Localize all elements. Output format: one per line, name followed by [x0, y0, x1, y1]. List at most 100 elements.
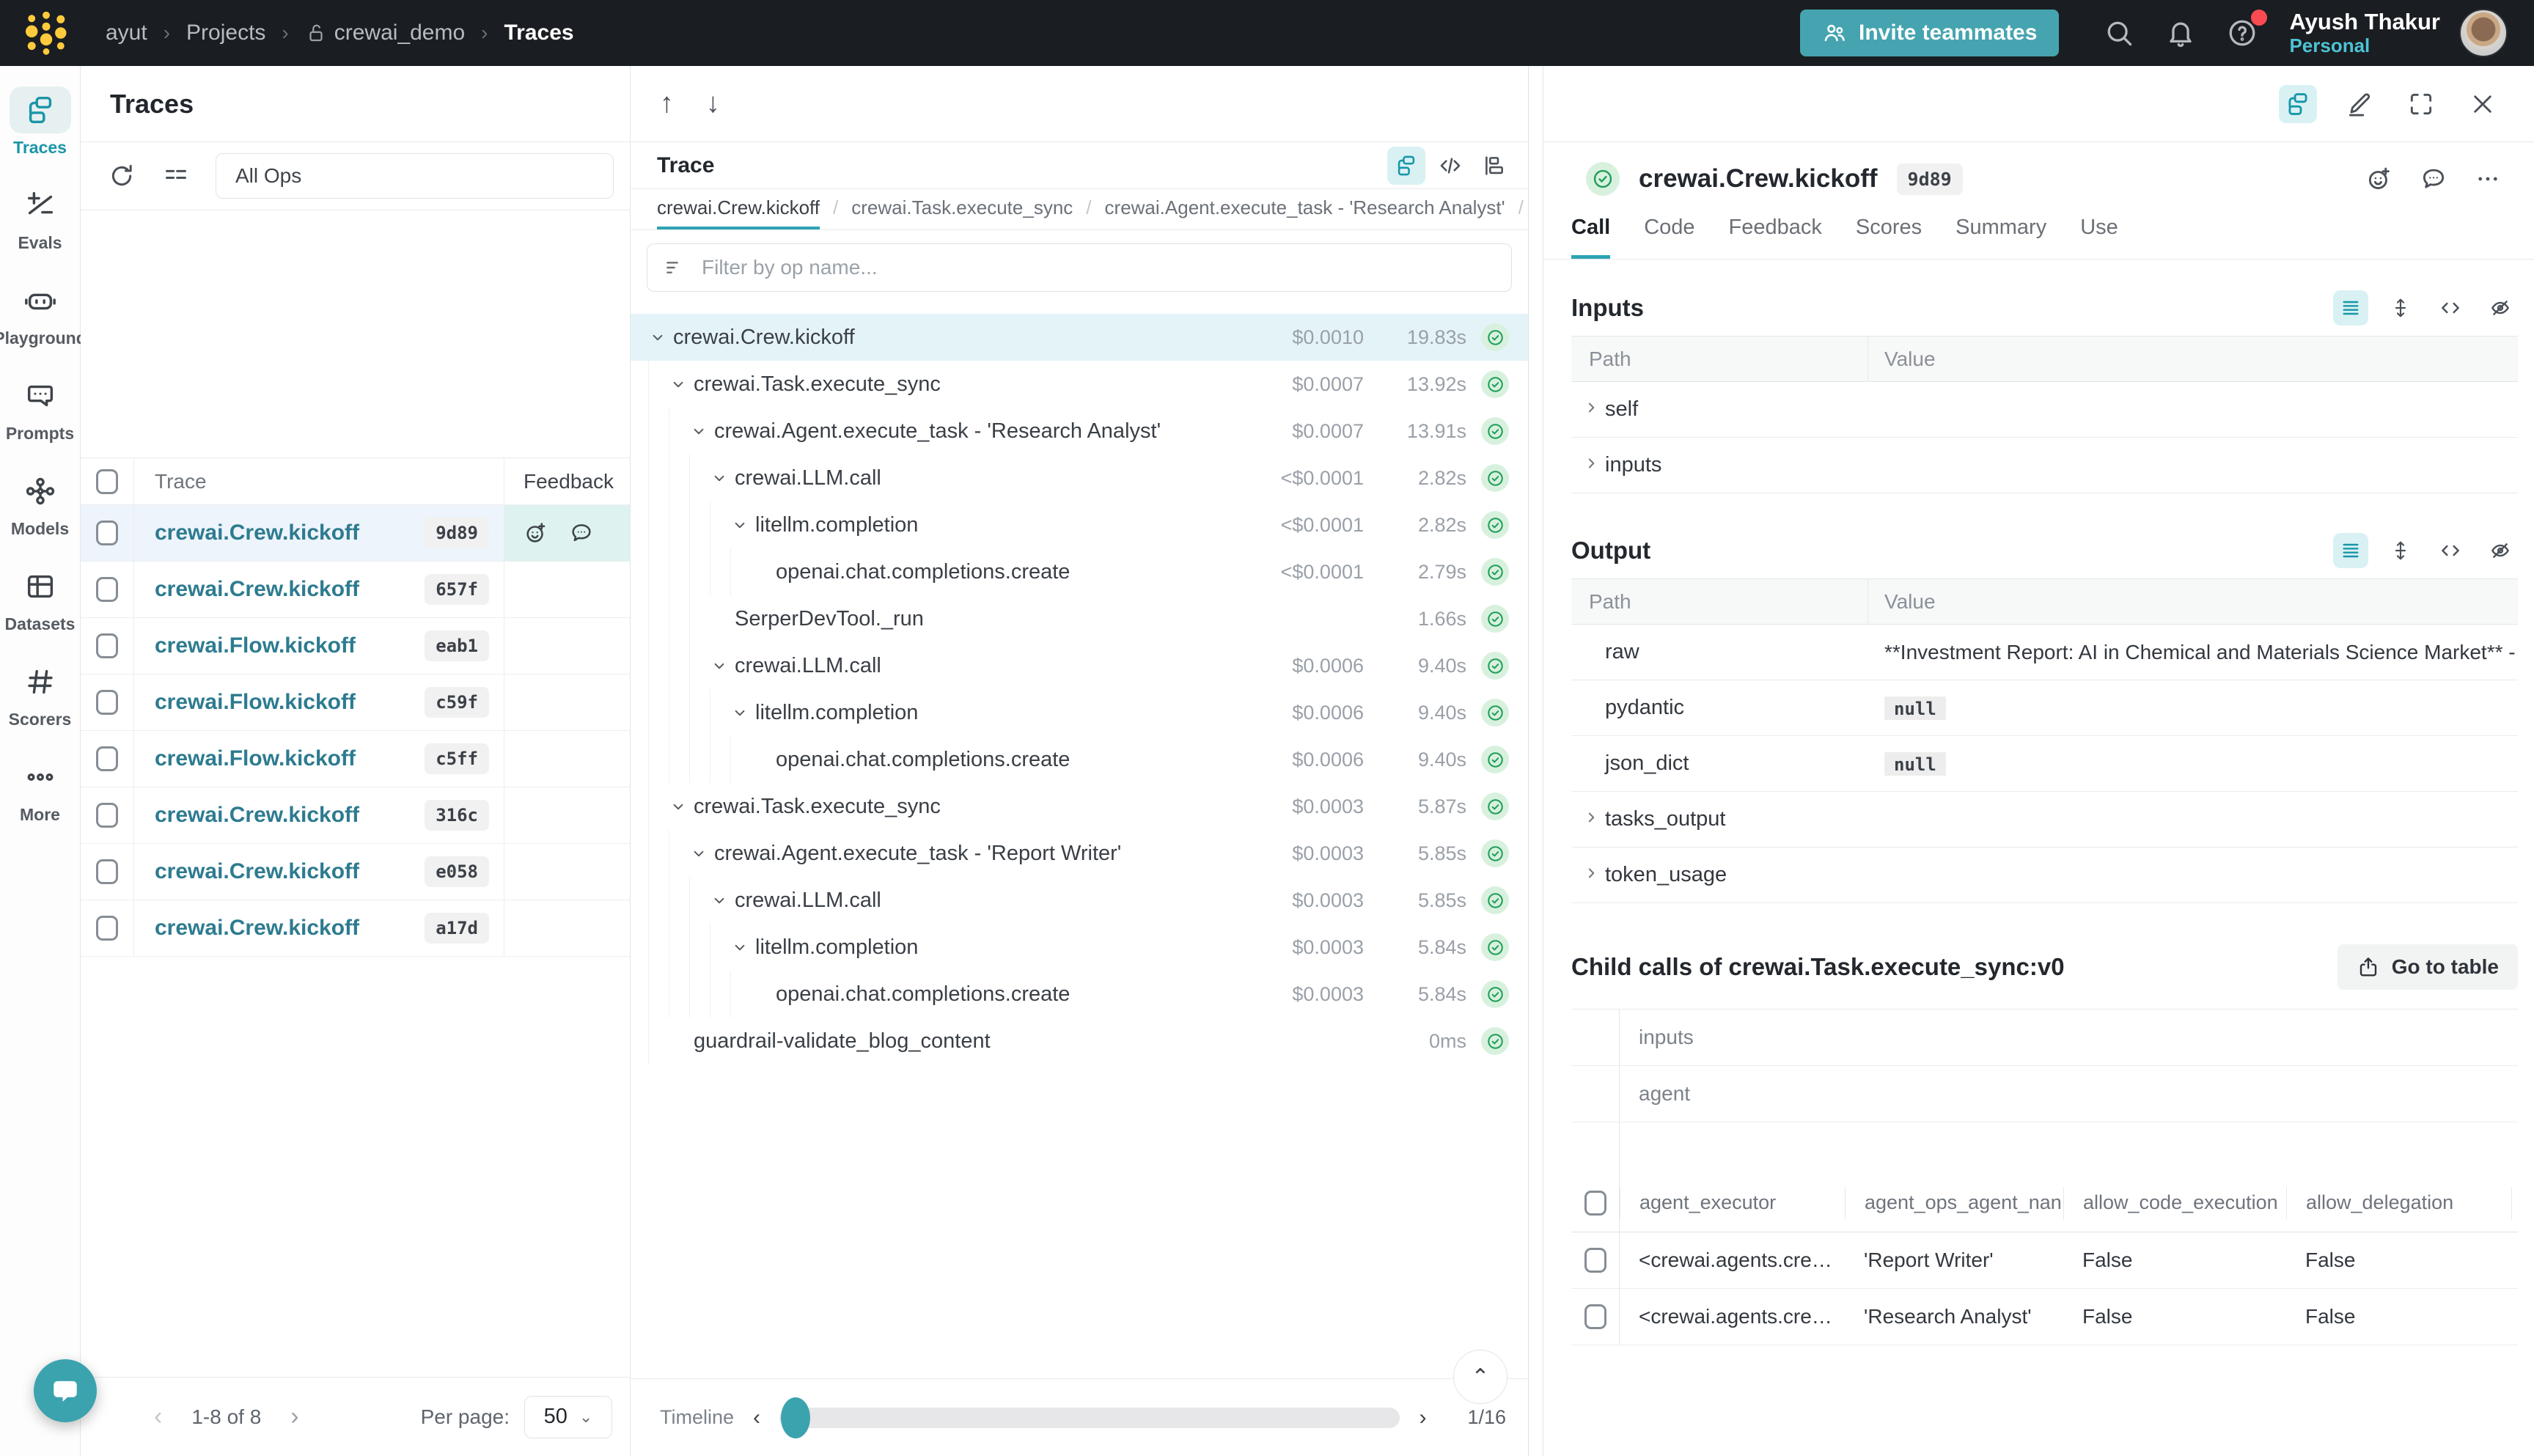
tab-code[interactable]: Code	[1644, 216, 1694, 259]
chevron-down-icon[interactable]	[710, 468, 735, 488]
column-header-allow_delegation[interactable]: allow_delegation	[2286, 1187, 2511, 1219]
tree-row[interactable]: crewai.Task.execute_sync$0.000713.92s	[631, 361, 1528, 408]
row-checkbox[interactable]	[1584, 1248, 1606, 1273]
tree-view-button[interactable]	[1387, 147, 1425, 185]
user-menu[interactable]: Ayush Thakur Personal	[2289, 9, 2440, 57]
ops-filter-select[interactable]: All Ops	[216, 153, 614, 199]
table-row[interactable]: crewai.Crew.kickoff657f	[81, 562, 630, 618]
timeline-prev-icon[interactable]: ‹	[734, 1405, 779, 1430]
collapse-timeline-button[interactable]: ⌃	[1453, 1350, 1507, 1404]
hide-eye-icon[interactable]	[2483, 290, 2518, 326]
trace-link[interactable]: crewai.Crew.kickoff	[155, 577, 425, 602]
arrow-up-icon[interactable]: ↑	[660, 88, 674, 120]
column-header-allow_code_execution[interactable]: allow_code_execution	[2063, 1187, 2286, 1219]
sidebar-item-models[interactable]: Models	[0, 468, 81, 563]
tree-row[interactable]: openai.chat.completions.create$0.00035.8…	[631, 971, 1528, 1018]
tree-row[interactable]: litellm.completion<$0.00012.82s	[631, 501, 1528, 548]
arrow-down-icon[interactable]: ↓	[706, 88, 720, 120]
kv-row[interactable]: tasks_output	[1571, 792, 2518, 848]
notifications-bell-icon[interactable]	[2160, 12, 2201, 54]
row-checkbox[interactable]	[96, 577, 118, 602]
filter-settings-icon[interactable]	[161, 161, 191, 191]
next-page-icon[interactable]: ›	[261, 1402, 328, 1431]
tree-row[interactable]: crewai.LLM.call$0.00069.40s	[631, 642, 1528, 689]
overflow-menu-icon[interactable]	[2474, 165, 2502, 193]
row-checkbox[interactable]	[96, 521, 118, 545]
timeline-slider-thumb[interactable]	[781, 1397, 810, 1438]
tab-feedback[interactable]: Feedback	[1729, 216, 1822, 259]
table-row[interactable]: crewai.Crew.kickoff9d89	[81, 505, 630, 562]
sidebar-item-evals[interactable]: Evals	[0, 182, 81, 277]
tree-row[interactable]: guardrail-validate_blog_content0ms	[631, 1018, 1528, 1065]
kv-row[interactable]: inputs	[1571, 438, 2518, 493]
chevron-down-icon[interactable]	[689, 844, 714, 863]
trace-breadcrumb-item[interactable]: crewai.Agent.execute_task - 'Research An…	[1105, 196, 1505, 227]
chevron-down-icon[interactable]	[710, 656, 735, 675]
close-icon[interactable]	[2464, 85, 2502, 123]
chevron-down-icon[interactable]	[730, 703, 755, 722]
column-header-feedback[interactable]: Feedback	[504, 458, 630, 504]
tab-scores[interactable]: Scores	[1856, 216, 1922, 259]
tab-summary[interactable]: Summary	[1955, 216, 2046, 259]
chevron-down-icon[interactable]	[669, 797, 694, 816]
tree-row[interactable]: litellm.completion$0.00069.40s	[631, 689, 1528, 736]
search-icon[interactable]	[2098, 12, 2140, 54]
tree-row[interactable]: crewai.Task.execute_sync$0.00035.87s	[631, 783, 1528, 830]
row-checkbox[interactable]	[96, 690, 118, 715]
chevron-down-icon[interactable]	[669, 375, 694, 394]
chevron-down-icon[interactable]	[648, 328, 673, 347]
column-header-agent_ops_agent_nan[interactable]: agent_ops_agent_nan	[1845, 1187, 2063, 1219]
per-page-select[interactable]: 50⌄	[524, 1396, 612, 1438]
chevron-down-icon[interactable]	[710, 891, 735, 910]
kv-row[interactable]: self	[1571, 382, 2518, 438]
list-view-icon[interactable]	[2333, 290, 2368, 326]
comment-icon[interactable]	[569, 521, 594, 545]
code-json-icon[interactable]	[2433, 533, 2468, 568]
trace-link[interactable]: crewai.Crew.kickoff	[155, 521, 425, 545]
sidebar-item-scorers[interactable]: Scorers	[0, 658, 81, 754]
op-filter-input[interactable]: Filter by op name...	[647, 243, 1512, 292]
table-row[interactable]: crewai.Flow.kickoffc5ff	[81, 731, 630, 787]
row-checkbox[interactable]	[96, 746, 118, 771]
chevron-down-icon[interactable]	[730, 938, 755, 957]
trace-breadcrumb-item[interactable]: crewai.Task.execute_sync	[851, 196, 1073, 227]
chevron-right-icon[interactable]	[1571, 398, 1605, 421]
tree-row[interactable]: SerperDevTool._run1.66s	[631, 595, 1528, 642]
row-checkbox[interactable]	[96, 916, 118, 941]
trace-link[interactable]: crewai.Crew.kickoff	[155, 859, 425, 884]
trace-breadcrumb-item[interactable]: crewai.Crew.kickoff	[657, 196, 820, 230]
comment-icon[interactable]	[2420, 165, 2447, 193]
expand-rows-icon[interactable]	[2383, 533, 2418, 568]
column-header-b[interactable]: b	[2511, 1187, 2531, 1219]
expand-rows-icon[interactable]	[2383, 290, 2418, 326]
timeline-next-icon[interactable]: ›	[1400, 1405, 1445, 1430]
trace-link[interactable]: crewai.Crew.kickoff	[155, 916, 425, 941]
code-view-button[interactable]	[1431, 147, 1469, 185]
table-row[interactable]: crewai.Crew.kickoff316c	[81, 787, 630, 844]
help-icon[interactable]	[2222, 12, 2263, 54]
tree-row[interactable]: crewai.Crew.kickoff$0.001019.83s	[631, 314, 1528, 361]
hide-eye-icon[interactable]	[2483, 533, 2518, 568]
tab-call[interactable]: Call	[1571, 216, 1610, 259]
timeline-slider[interactable]	[779, 1408, 1400, 1428]
tree-row[interactable]: openai.chat.completions.create<$0.00012.…	[631, 548, 1528, 595]
tab-use[interactable]: Use	[2080, 216, 2118, 259]
table-row[interactable]: crewai.Crew.kickoffe058	[81, 844, 630, 900]
tree-panel-toggle-button[interactable]	[2279, 85, 2317, 123]
flame-view-button[interactable]	[1475, 147, 1513, 185]
row-checkbox[interactable]	[96, 633, 118, 658]
sidebar-item-prompts[interactable]: Prompts	[0, 372, 81, 468]
column-header-trace[interactable]: Trace	[133, 458, 504, 504]
row-checkbox[interactable]	[96, 859, 118, 884]
invite-teammates-button[interactable]: Invite teammates	[1800, 10, 2059, 56]
tree-row[interactable]: openai.chat.completions.create$0.00069.4…	[631, 736, 1528, 783]
panel-resize-handle[interactable]	[1529, 66, 1543, 1456]
add-reaction-icon[interactable]	[524, 521, 548, 545]
table-row[interactable]: <crewai.agents.cre…'Report Writer'FalseF…	[1571, 1232, 2518, 1289]
table-row[interactable]: crewai.Crew.kickoffa17d	[81, 900, 630, 957]
column-header-agent_executor[interactable]: agent_executor	[1620, 1187, 1845, 1219]
refresh-icon[interactable]	[107, 161, 136, 191]
tree-row[interactable]: crewai.LLM.call$0.00035.85s	[631, 877, 1528, 924]
select-all-checkbox[interactable]	[1584, 1191, 1606, 1216]
breadcrumb-project[interactable]: crewai_demo	[305, 21, 465, 45]
